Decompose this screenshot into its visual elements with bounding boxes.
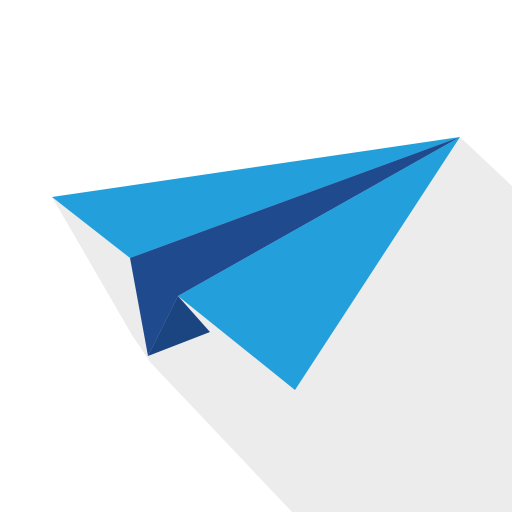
paper-plane-icon xyxy=(0,0,512,512)
app-icon-canvas xyxy=(0,0,512,512)
